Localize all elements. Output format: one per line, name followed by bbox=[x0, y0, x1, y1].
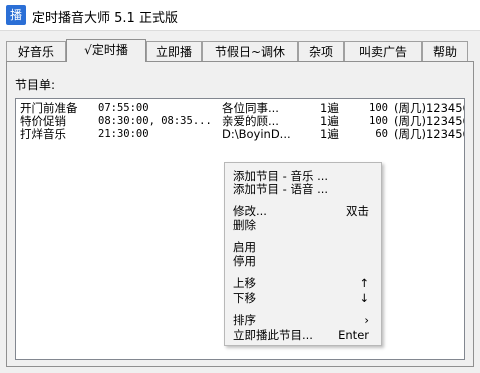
program-weekdays: (周几)1234567 bbox=[394, 101, 464, 115]
tab-play-now[interactable]: 立即播 bbox=[146, 41, 202, 61]
menu-add-music[interactable]: 添加节目 - 音乐 ... bbox=[225, 169, 381, 183]
arrow-up-icon: ↑ bbox=[359, 276, 369, 290]
program-weekdays: (周几)1234567 bbox=[394, 127, 464, 141]
program-content: D:\BoyinD... bbox=[222, 127, 291, 141]
menu-move-up[interactable]: 上移 ↑ bbox=[225, 276, 381, 290]
program-name: 打烊音乐 bbox=[20, 127, 66, 141]
menu-edit[interactable]: 修改... 双击 bbox=[225, 204, 381, 218]
table-row[interactable]: 特价促销 08:30:00, 08:35... 亲爱的顾... 1遍 100 (… bbox=[16, 114, 464, 128]
tab-strip: 好音乐 √定时播 立即播 节假日~调休 杂项 叫卖广告 帮助 bbox=[6, 39, 474, 62]
program-repeat: 1遍 bbox=[320, 127, 339, 141]
chevron-right-icon: › bbox=[364, 313, 369, 327]
edit-shortcut: 双击 bbox=[346, 204, 369, 218]
table-row[interactable]: 开门前准备 07:55:00 各位同事... 1遍 100 (周几)123456… bbox=[16, 101, 464, 115]
program-weekdays: (周几)1234567 bbox=[394, 114, 464, 128]
context-menu: 添加节目 - 音乐 ... 添加节目 - 语音 ... 修改... 双击 删除 … bbox=[224, 162, 382, 346]
program-list-label: 节目单: bbox=[15, 78, 56, 92]
program-content: 亲爱的顾... bbox=[222, 114, 279, 128]
menu-delete[interactable]: 删除 bbox=[225, 218, 381, 232]
program-name: 开门前准备 bbox=[20, 101, 78, 115]
tab-misc[interactable]: 杂项 bbox=[298, 41, 344, 61]
menu-add-voice[interactable]: 添加节目 - 语音 ... bbox=[225, 182, 381, 196]
program-content: 各位同事... bbox=[222, 101, 279, 115]
window-title: 定时播音大师 5.1 正式版 bbox=[32, 11, 178, 26]
program-repeat: 1遍 bbox=[320, 114, 339, 128]
program-time: 08:30:00, 08:35... bbox=[98, 115, 212, 127]
tab-holidays[interactable]: 节假日~调休 bbox=[202, 41, 298, 61]
program-repeat: 1遍 bbox=[320, 101, 339, 115]
program-time: 21:30:00 bbox=[98, 128, 149, 140]
table-row[interactable]: 打烊音乐 21:30:00 D:\BoyinD... 1遍 60 (周几)123… bbox=[16, 127, 464, 141]
program-volume: 60 bbox=[375, 128, 388, 140]
tab-ads[interactable]: 叫卖广告 bbox=[344, 41, 422, 61]
program-volume: 100 bbox=[369, 102, 388, 114]
program-name: 特价促销 bbox=[20, 114, 66, 128]
menu-move-down[interactable]: 下移 ↓ bbox=[225, 291, 381, 305]
menu-sort[interactable]: 排序 › bbox=[225, 313, 381, 327]
program-time: 07:55:00 bbox=[98, 102, 149, 114]
enter-shortcut: Enter bbox=[338, 328, 369, 342]
arrow-down-icon: ↓ bbox=[359, 291, 369, 305]
tab-help[interactable]: 帮助 bbox=[422, 41, 468, 61]
title-bar: 播 定时播音大师 5.1 正式版 bbox=[0, 0, 480, 30]
program-volume: 100 bbox=[369, 115, 388, 127]
menu-disable[interactable]: 停用 bbox=[225, 254, 381, 268]
tab-scheduled-play[interactable]: √定时播 bbox=[66, 39, 146, 62]
menu-enable[interactable]: 启用 bbox=[225, 240, 381, 254]
menu-play-now[interactable]: 立即播此节目... Enter bbox=[225, 328, 381, 342]
tab-good-music[interactable]: 好音乐 bbox=[6, 41, 66, 61]
app-icon: 播 bbox=[6, 5, 26, 25]
